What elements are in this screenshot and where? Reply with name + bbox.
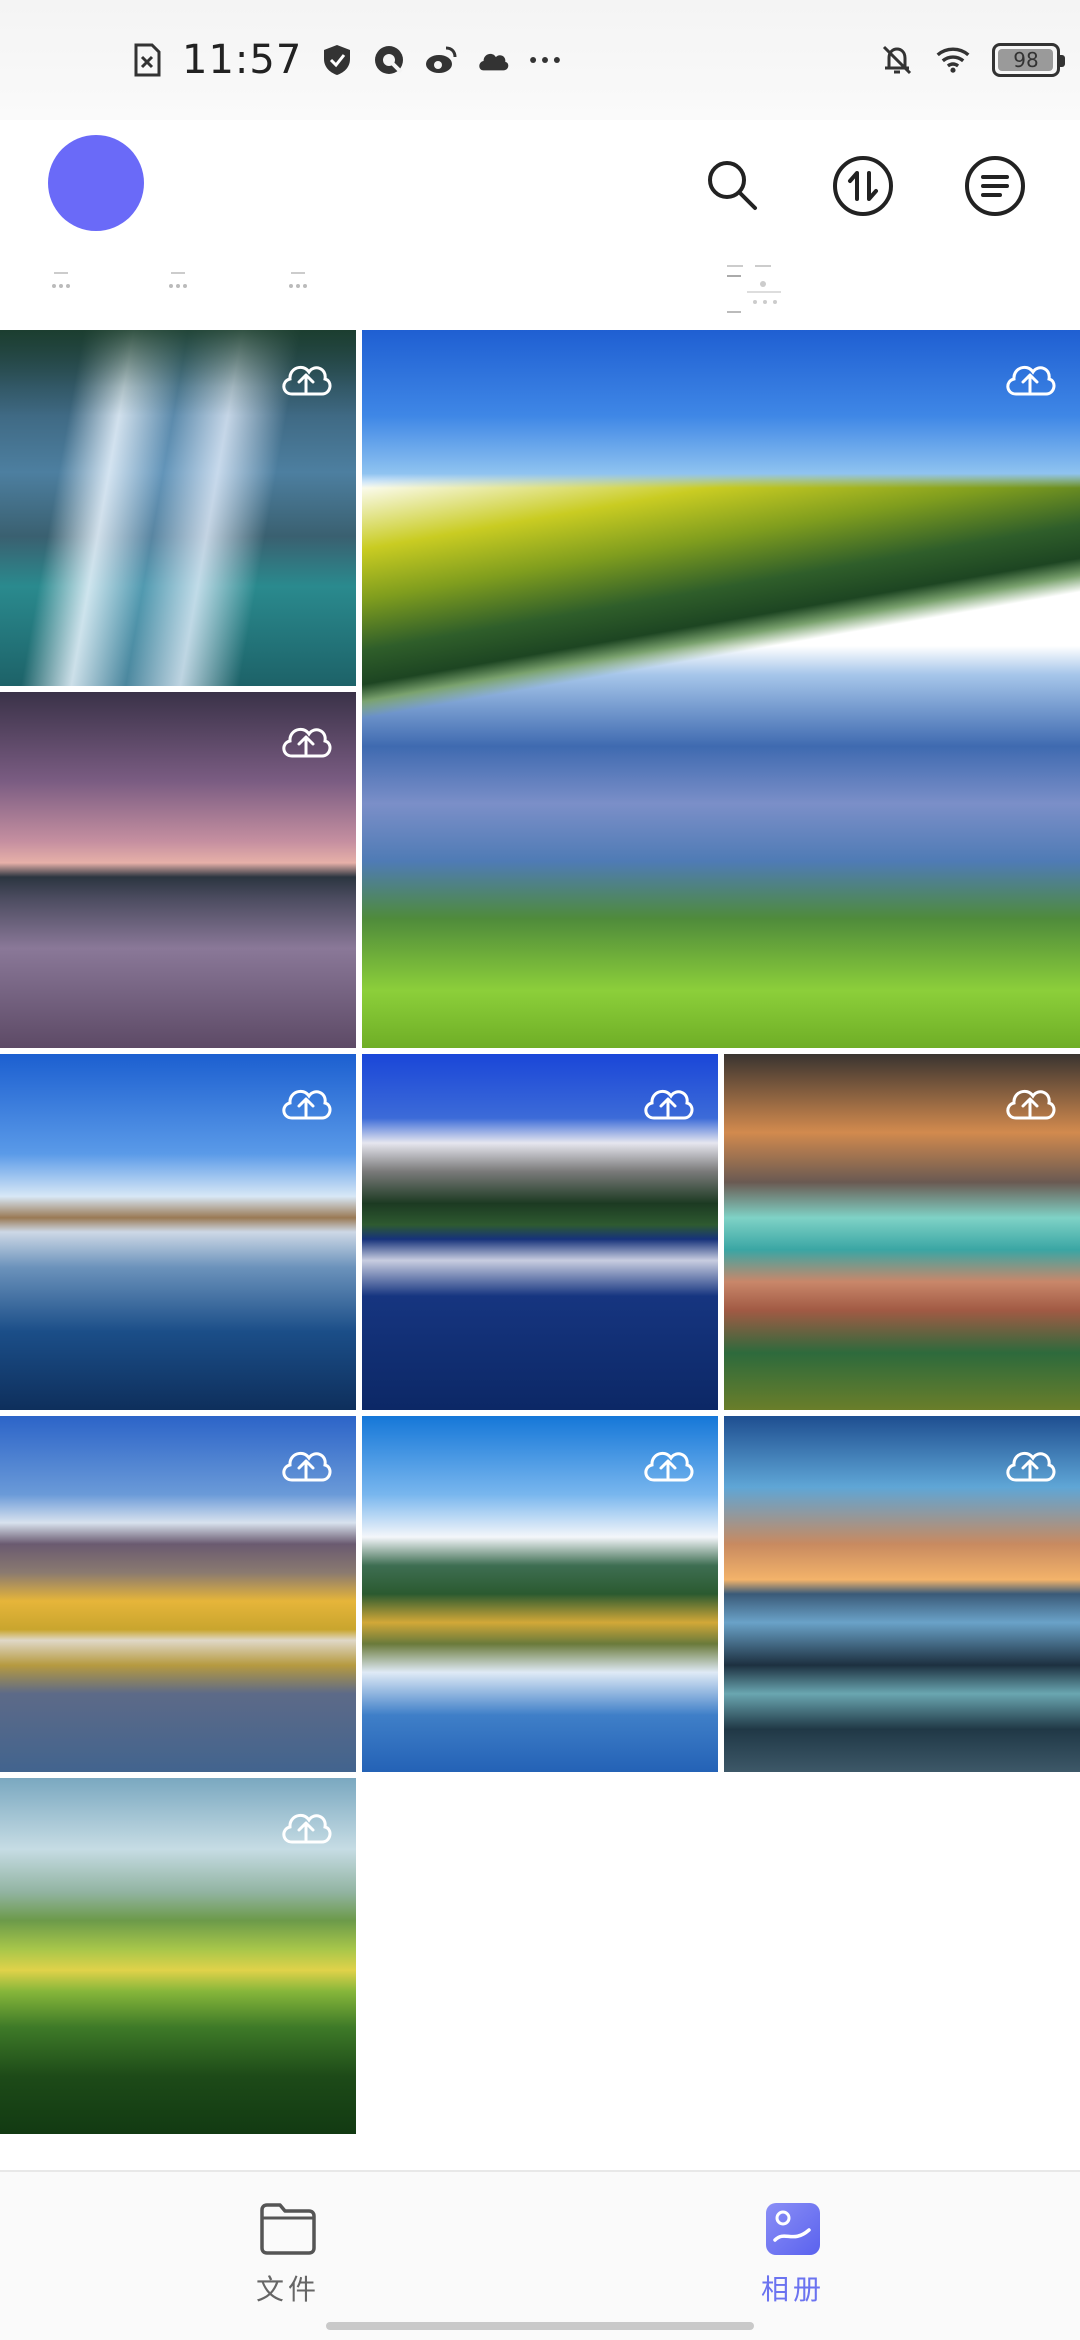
qq-icon [372,43,406,77]
nav-files[interactable]: 文件 [208,2200,368,2320]
transfer-icon [833,156,893,216]
photo-snowy-mountain-lake[interactable] [362,1054,718,1410]
nav-album[interactable]: 相册 [713,2200,873,2320]
search-icon [708,161,757,210]
folder-icon [260,2203,316,2255]
tab-preview[interactable] [725,262,795,314]
photo-green-valley[interactable] [0,1778,356,2134]
cloud-upload-icon[interactable] [278,718,334,762]
tab-3[interactable] [283,268,313,292]
album-icon [766,2203,820,2255]
status-bar-right: 98 [880,30,1065,90]
weibo-icon [424,43,458,77]
photo-mountain-lake-clouds[interactable] [362,1416,718,1772]
cloud-upload-icon[interactable] [278,1442,334,1486]
cloud-icon [476,43,510,77]
app-header [0,120,1080,330]
photo-waterfall[interactable] [0,330,356,686]
search-button[interactable] [700,153,766,219]
photo-rocky-shore-sunset[interactable] [724,1416,1080,1772]
menu-button[interactable] [962,153,1028,219]
bottom-nav: 文件 相册 [0,2170,1080,2340]
cloud-upload-icon[interactable] [278,1080,334,1124]
photo-autumn-trees-lake[interactable] [0,1416,356,1772]
photo-pink-dusk-lake[interactable] [0,692,356,1048]
tab-1[interactable] [46,268,76,292]
sub-tabs [0,260,1080,320]
transfer-button[interactable] [830,153,896,219]
nav-album-label: 相册 [760,2273,825,2306]
nav-files-label: 文件 [255,2273,320,2306]
shield-icon [320,43,354,77]
mute-bell-icon [880,43,914,77]
menu-icon [965,156,1025,216]
battery-icon: 98 [992,43,1065,77]
avatar[interactable] [48,135,144,231]
cloud-upload-icon[interactable] [640,1080,696,1124]
wifi-icon [936,43,970,77]
cloud-upload-icon[interactable] [1002,356,1058,400]
sim-card-icon [130,43,164,77]
tab-2[interactable] [163,268,193,292]
cloud-upload-icon[interactable] [1002,1080,1058,1124]
home-indicator[interactable] [326,2322,754,2330]
cloud-upload-icon[interactable] [640,1442,696,1486]
photo-blue-lake[interactable] [0,1054,356,1410]
cloud-upload-icon[interactable] [278,1804,334,1848]
clock: 11:57 [182,37,303,83]
status-bar-left: 11:57 [130,30,562,90]
photo-volcano-sunset[interactable] [724,1054,1080,1410]
status-bar: 11:57 98 [0,0,1080,120]
more-dots-icon [528,43,562,77]
battery-percent: 98 [1013,48,1039,72]
cloud-upload-icon[interactable] [1002,1442,1058,1486]
cloud-upload-icon[interactable] [278,356,334,400]
photo-lake-mountain-reflection[interactable] [362,330,1080,1048]
